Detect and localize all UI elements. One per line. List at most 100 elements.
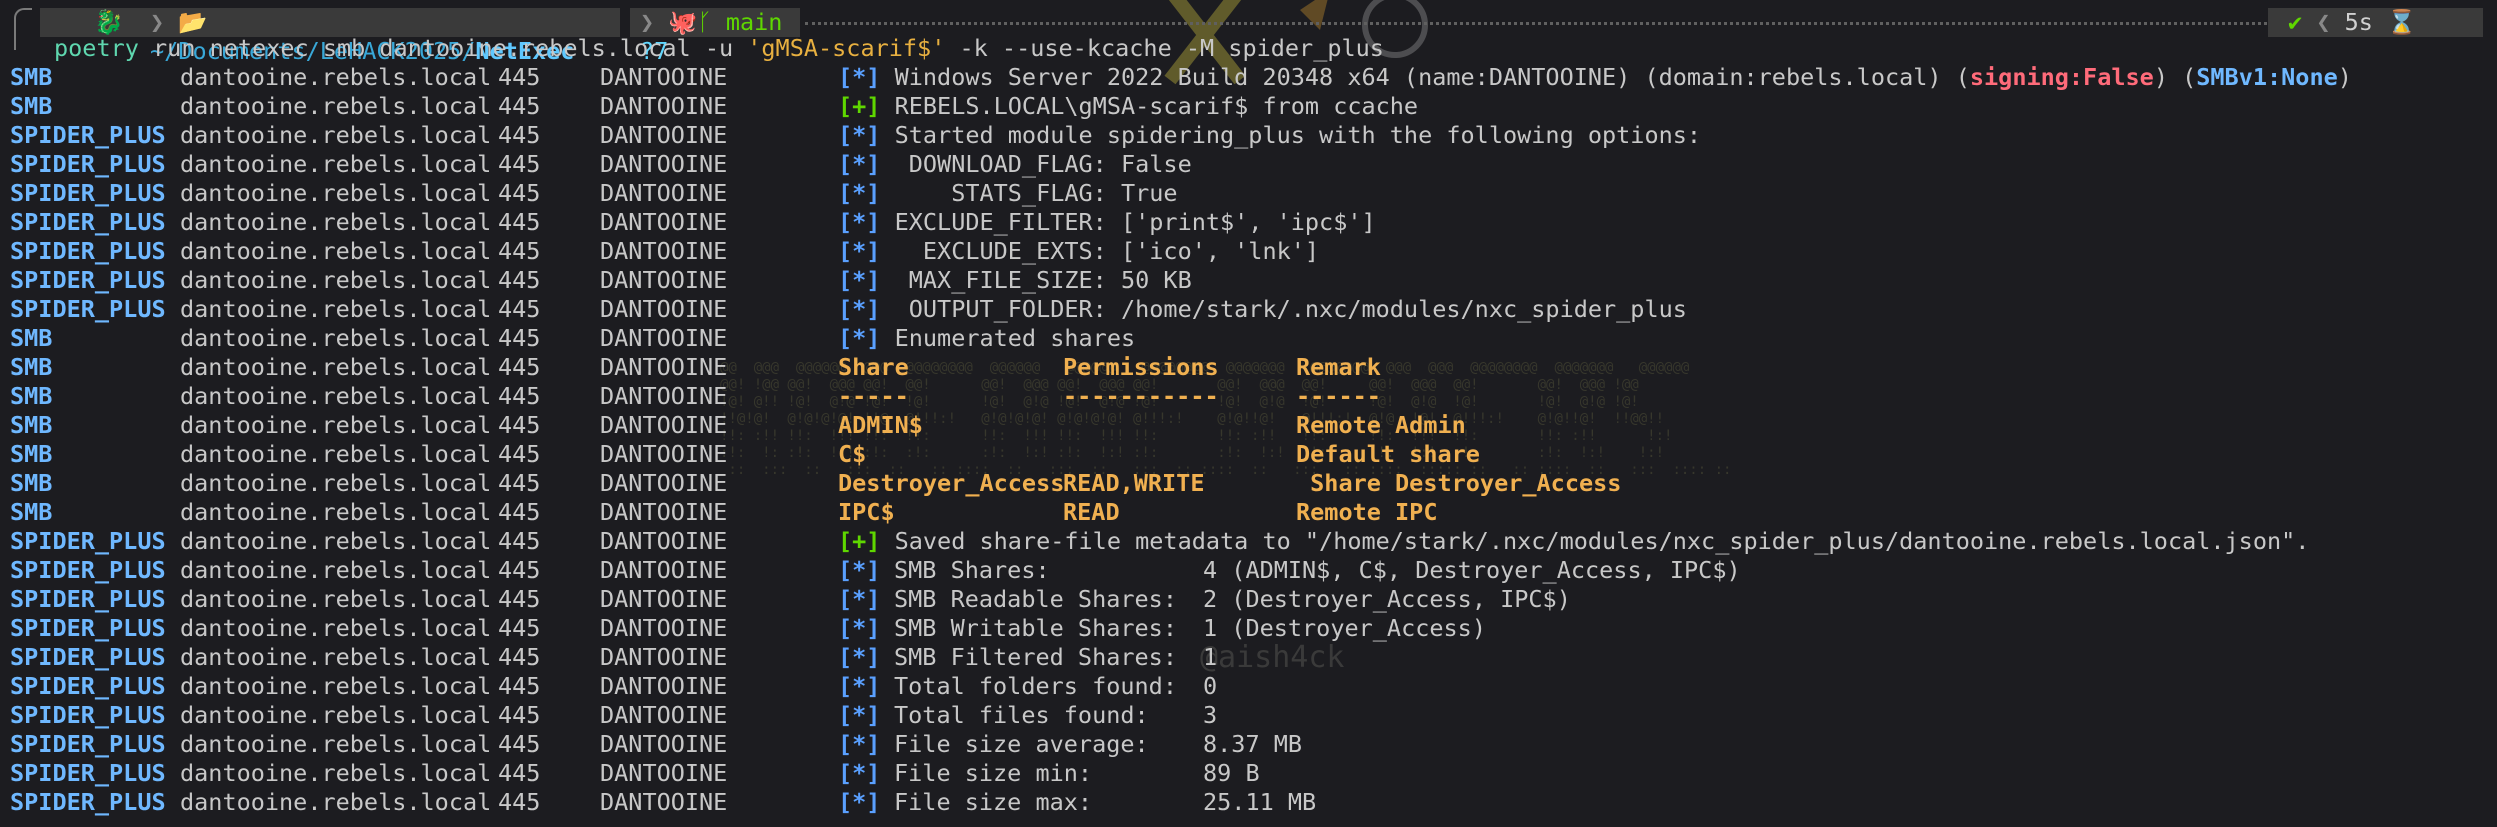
status-tag: [*] (838, 295, 881, 323)
stat-value: 1 (1203, 643, 1218, 671)
log-message: [*] Started module spidering_plus with t… (838, 121, 1701, 150)
host-label: dantooine.rebels.local (180, 121, 492, 149)
message-text: EXCLUDE_FILTER: ['print$', 'ipc$'] (880, 208, 1376, 236)
port-label: 445 (498, 730, 541, 758)
status-segment: ✔ ❮ 5s ⌛ (2268, 8, 2483, 37)
host-label: dantooine.rebels.local (180, 527, 492, 555)
command-pre: run netexec smb dantooine.rebels.local -… (138, 34, 748, 62)
smbv1-flag: SMBv1:None (2196, 63, 2338, 91)
protocol-label: SMB (10, 498, 53, 526)
stat-value: 4 (ADMIN$, C$, Destroyer_Access, IPC$) (1203, 556, 1741, 584)
protocol-label: SPIDER_PLUS (10, 150, 166, 178)
share-remark: Remark (1296, 353, 1381, 381)
host-label: dantooine.rebels.local (180, 353, 492, 381)
host-label: dantooine.rebels.local (180, 179, 492, 207)
share-remark: Remote Admin (1296, 411, 1466, 439)
host-label: dantooine.rebels.local (180, 440, 492, 468)
chevron-right-icon: ❯ (640, 8, 655, 36)
log-row: SMB dantooine.rebels.local 445 DANTOOINE C$ D… (10, 440, 2490, 469)
hostname-label: DANTOOINE (600, 121, 728, 149)
port-label: 445 (498, 643, 541, 671)
protocol-label: SPIDER_PLUS (10, 759, 166, 787)
git-segment: ❯ 🐙ᚴ main ?7 (630, 8, 800, 65)
share-name: Destroyer_Access (838, 469, 1065, 497)
log-row: SMB dantooine.rebels.local 445 DANTOOINE IPC… (10, 498, 2490, 527)
log-row: SMB dantooine.rebels.local 445 DANTOOINE Sha… (10, 353, 2490, 382)
log-message: [*] Windows Server 2022 Build 20348 x64 … (838, 63, 2352, 92)
host-label: dantooine.rebels.local (180, 208, 492, 236)
stat-line: [*] Total files found: 3 (838, 701, 1217, 730)
stat-line: [*] SMB Filtered Shares: 1 (838, 643, 1217, 672)
status-tag: [*] (838, 150, 881, 178)
hostname-label: DANTOOINE (600, 585, 728, 613)
host-label: dantooine.rebels.local (180, 266, 492, 294)
port-label: 445 (498, 179, 541, 207)
message-text: Windows Server 2022 Build 20348 x64 (nam… (880, 63, 1970, 91)
message-text: ) (2337, 63, 2352, 91)
command-line[interactable]: poetry run netexec smb dantooine.rebels.… (54, 34, 1384, 62)
hostname-label: DANTOOINE (600, 556, 728, 584)
hostname-label: DANTOOINE (600, 63, 728, 91)
stat-line: [*] File size max: 25.11 MB (838, 788, 1316, 817)
log-row: SPIDER_PLUS dantooine.rebels.local 445 DANT… (10, 701, 2490, 730)
message-text: Saved share-file metadata to "/home/star… (880, 527, 2310, 555)
host-label: dantooine.rebels.local (180, 701, 492, 729)
port-label: 445 (498, 672, 541, 700)
stat-key: File size max: (894, 788, 1093, 816)
protocol-label: SPIDER_PLUS (10, 788, 166, 816)
stat-value: 89 B (1203, 759, 1260, 787)
share-remark: Share Destroyer_Access (1296, 469, 1622, 497)
port-label: 445 (498, 701, 541, 729)
stat-line: [*] Total folders found: 0 (838, 672, 1217, 701)
protocol-label: SPIDER_PLUS (10, 672, 166, 700)
hostname-label: DANTOOINE (600, 440, 728, 468)
status-tag: [*] (838, 63, 881, 91)
log-message: [*] MAX_FILE_SIZE: 50 KB (838, 266, 1192, 295)
github-icon: 🐙 (668, 8, 698, 36)
stat-line: [*] SMB Writable Shares: 1 (Destroyer_Acce… (838, 614, 1486, 643)
message-text: STATS_FLAG: True (880, 179, 1178, 207)
protocol-label: SPIDER_PLUS (10, 643, 166, 671)
prompt-filler (805, 22, 2267, 25)
log-message: [+] REBELS.LOCAL\gMSA-scarif$ from ccach… (838, 92, 1418, 121)
log-row: SMB dantooine.rebels.local 445 DANTOOINE [+]… (10, 92, 2490, 121)
log-message: [*] EXCLUDE_EXTS: ['ico', 'lnk'] (838, 237, 1319, 266)
hostname-label: DANTOOINE (600, 701, 728, 729)
port-label: 445 (498, 266, 541, 294)
chevron-right-icon: ❯ (150, 8, 165, 36)
log-row: SPIDER_PLUS dantooine.rebels.local 445 DANT… (10, 556, 2490, 585)
host-label: dantooine.rebels.local (180, 237, 492, 265)
hostname-label: DANTOOINE (600, 295, 728, 323)
hostname-label: DANTOOINE (600, 788, 728, 816)
log-row: SPIDER_PLUS dantooine.rebels.local 445 DANT… (10, 730, 2490, 759)
hostname-label: DANTOOINE (600, 411, 728, 439)
log-row: SPIDER_PLUS dantooine.rebels.local 445 DANT… (10, 179, 2490, 208)
message-text: DOWNLOAD_FLAG: False (880, 150, 1192, 178)
signing-flag: signing:False (1969, 63, 2154, 91)
port-label: 445 (498, 411, 541, 439)
stat-line: [*] SMB Readable Shares: 2 (Destroyer_Acce… (838, 585, 1571, 614)
log-row: SMB dantooine.rebels.local 445 DANTOOINE ADM… (10, 411, 2490, 440)
stat-key: Total files found: (894, 701, 1149, 729)
stat-value: 8.37 MB (1203, 730, 1303, 758)
stat-line: [*] File size min: 89 B (838, 759, 1260, 788)
protocol-label: SMB (10, 469, 53, 497)
share-name: Share (838, 353, 909, 381)
status-tag: [*] (838, 266, 881, 294)
log-row: SMB dantooine.rebels.local 445 DANTOOINE [*]… (10, 63, 2490, 92)
message-text: EXCLUDE_EXTS: ['ico', 'lnk'] (880, 237, 1320, 265)
status-tag: [*] (838, 208, 881, 236)
hostname-label: DANTOOINE (600, 643, 728, 671)
status-tag: [*] (838, 701, 881, 729)
status-tag: [*] (838, 237, 881, 265)
log-message: [*] OUTPUT_FOLDER: /home/stark/.nxc/modu… (838, 295, 1687, 324)
message-text: OUTPUT_FOLDER: /home/stark/.nxc/modules/… (880, 295, 1687, 323)
hourglass-icon: ⌛ (2387, 8, 2417, 36)
status-tag: [*] (838, 324, 881, 352)
port-label: 445 (498, 295, 541, 323)
host-label: dantooine.rebels.local (180, 295, 492, 323)
port-label: 445 (498, 121, 541, 149)
host-label: dantooine.rebels.local (180, 150, 492, 178)
chevron-left-icon: ❮ (2316, 8, 2331, 36)
protocol-label: SMB (10, 440, 53, 468)
